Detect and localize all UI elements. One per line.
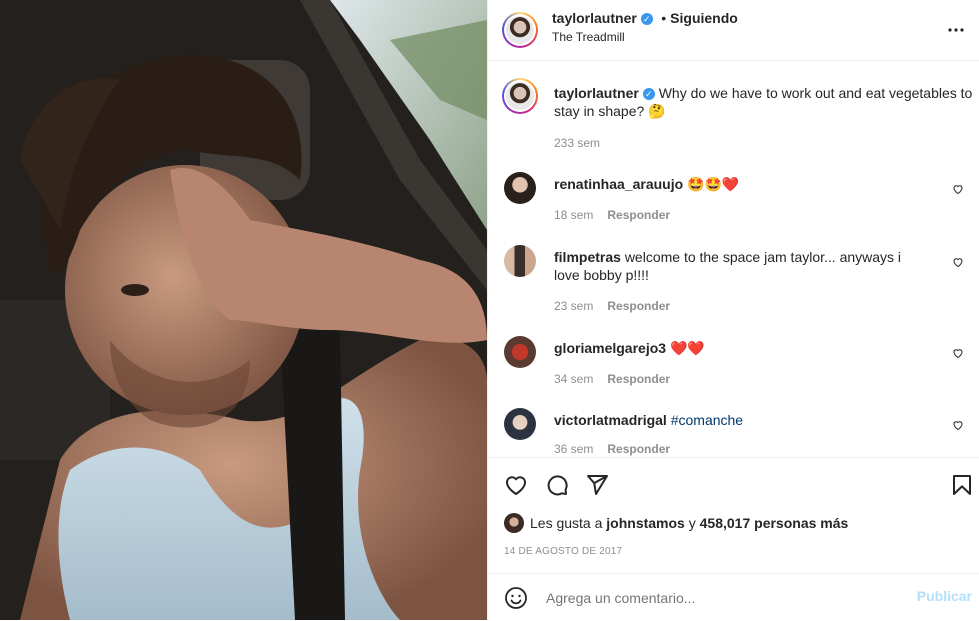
comment-avatar[interactable]: [504, 245, 536, 277]
caption-text-block: taylorlautner ✓ Why do we have to work ou…: [554, 84, 979, 120]
comment-text: ❤️❤️: [669, 340, 705, 356]
comment-time[interactable]: 34 sem: [554, 372, 593, 386]
comment-body: renatinhaa_arauujo 🤩🤩❤️: [554, 175, 929, 193]
author-username[interactable]: taylorlautner: [552, 10, 637, 26]
verified-badge-icon: ✓: [640, 13, 653, 25]
reply-button[interactable]: Responder: [607, 372, 670, 386]
likes-and: y: [688, 515, 696, 531]
comment-text: 🤩🤩❤️: [687, 176, 740, 192]
comment-body: gloriamelgarejo3 ❤️❤️: [554, 339, 929, 357]
post-date[interactable]: 14 DE AGOSTO DE 2017: [504, 546, 622, 557]
comment-item: victorlatmadrigal #comanche 36 sem Respon…: [504, 408, 964, 457]
like-comment-heart-icon[interactable]: [952, 347, 964, 359]
post-location[interactable]: The Treadmill: [552, 30, 625, 44]
comment-time[interactable]: 18 sem: [554, 208, 593, 222]
comment-meta: 18 sem Responder: [554, 208, 684, 222]
like-heart-icon[interactable]: [504, 473, 528, 497]
likes-prefix: Les gusta a: [530, 515, 603, 531]
comment-body: victorlatmadrigal #comanche: [554, 411, 929, 429]
liker-username[interactable]: johnstamos: [606, 515, 685, 531]
more-options-icon[interactable]: [944, 18, 968, 42]
like-comment-heart-icon[interactable]: [952, 256, 964, 268]
post-photo-image: [0, 0, 487, 620]
caption-row: taylorlautner ✓ Why do we have to work ou…: [502, 78, 972, 158]
emoji-picker-icon[interactable]: [504, 586, 528, 610]
comment-hashtag-link[interactable]: #comanche: [671, 412, 743, 428]
comment-input[interactable]: [544, 586, 908, 610]
comment-username[interactable]: filmpetras: [554, 249, 621, 265]
comment-username[interactable]: renatinhaa_arauujo: [554, 176, 683, 192]
comment-avatar[interactable]: [504, 172, 536, 204]
comment-item: renatinhaa_arauujo 🤩🤩❤️ 18 sem Responder: [504, 172, 964, 232]
reply-button[interactable]: Responder: [607, 442, 670, 456]
caption-meta: 233 sem: [554, 136, 614, 150]
reply-button[interactable]: Responder: [607, 299, 670, 313]
like-comment-heart-icon[interactable]: [952, 183, 964, 195]
caption-time[interactable]: 233 sem: [554, 136, 600, 150]
comment-avatar[interactable]: [504, 336, 536, 368]
comment-bubble-icon[interactable]: [545, 473, 569, 497]
verified-badge-icon: ✓: [642, 88, 655, 100]
liker-avatar[interactable]: [504, 513, 524, 533]
likes-summary[interactable]: Les gusta a johnstamos y 458,017 persona…: [504, 513, 848, 533]
likes-count[interactable]: 458,017 personas más: [700, 515, 849, 531]
comment-avatar[interactable]: [504, 408, 536, 440]
author-avatar[interactable]: [502, 12, 538, 48]
post-photo[interactable]: [0, 0, 487, 620]
comment-time[interactable]: 23 sem: [554, 299, 593, 313]
comments-list[interactable]: taylorlautner ✓ Why do we have to work ou…: [488, 61, 979, 457]
comment-item: gloriamelgarejo3 ❤️❤️ 34 sem Responder: [504, 336, 964, 396]
separator-dot: •: [661, 10, 667, 26]
comment-time[interactable]: 36 sem: [554, 442, 593, 456]
add-comment-bar: Publicar: [488, 573, 979, 621]
caption-avatar[interactable]: [502, 78, 538, 114]
share-send-icon[interactable]: [585, 473, 609, 497]
comment-username[interactable]: victorlatmadrigal: [554, 412, 667, 428]
author-line: taylorlautner ✓ • Siguiendo: [552, 10, 738, 28]
comment-meta: 36 sem Responder: [554, 442, 684, 456]
comment-meta: 34 sem Responder: [554, 372, 684, 386]
reply-button[interactable]: Responder: [607, 208, 670, 222]
comment-username[interactable]: gloriamelgarejo3: [554, 340, 666, 356]
like-comment-heart-icon[interactable]: [952, 419, 964, 431]
comment-body: filmpetras welcome to the space jam tayl…: [554, 248, 929, 284]
publish-button[interactable]: Publicar: [917, 588, 972, 604]
follow-status-button[interactable]: Siguiendo: [670, 10, 738, 26]
comment-meta: 23 sem Responder: [554, 299, 684, 313]
comment-item: filmpetras welcome to the space jam tayl…: [504, 245, 964, 325]
post-actions-section: Les gusta a johnstamos y 458,017 persona…: [488, 457, 979, 574]
save-bookmark-icon[interactable]: [950, 473, 974, 497]
post-detail-panel: taylorlautner ✓ • Siguiendo The Treadmill …: [487, 0, 979, 620]
caption-username[interactable]: taylorlautner: [554, 85, 639, 101]
post-header: taylorlautner ✓ • Siguiendo The Treadmill: [488, 0, 979, 61]
